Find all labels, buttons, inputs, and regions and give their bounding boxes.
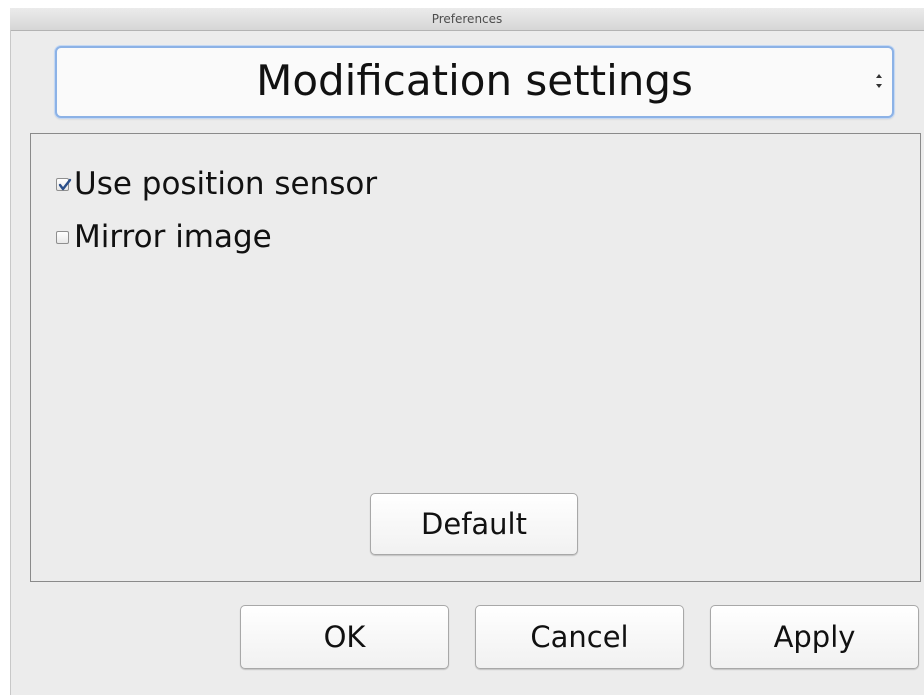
- use-position-sensor-label: Use position sensor: [74, 166, 378, 202]
- mirror-image-option[interactable]: Mirror image: [56, 219, 272, 255]
- settings-panel: Use position sensor Mirror image Default: [30, 133, 921, 582]
- up-down-arrows-icon: [874, 70, 884, 92]
- mirror-image-checkbox[interactable]: [56, 230, 69, 244]
- cancel-button[interactable]: Cancel: [475, 605, 684, 669]
- title-bar[interactable]: Preferences: [10, 8, 924, 31]
- default-button-label: Default: [421, 507, 527, 541]
- use-position-sensor-checkbox[interactable]: [56, 177, 72, 191]
- apply-button[interactable]: Apply: [710, 605, 919, 669]
- window-title: Preferences: [431, 12, 503, 26]
- ok-button-label: OK: [323, 620, 366, 654]
- category-select[interactable]: Modification settings: [55, 46, 894, 118]
- preferences-window: Preferences Modification settings Use po…: [10, 8, 924, 695]
- ok-button[interactable]: OK: [240, 605, 449, 669]
- use-position-sensor-option[interactable]: Use position sensor: [56, 166, 377, 202]
- checkmark-icon: [58, 178, 72, 190]
- mirror-image-label: Mirror image: [74, 219, 272, 255]
- window-edge: [10, 30, 11, 695]
- cancel-button-label: Cancel: [530, 620, 629, 654]
- default-button[interactable]: Default: [370, 493, 578, 555]
- apply-button-label: Apply: [773, 620, 856, 654]
- category-select-value: Modification settings: [256, 56, 693, 105]
